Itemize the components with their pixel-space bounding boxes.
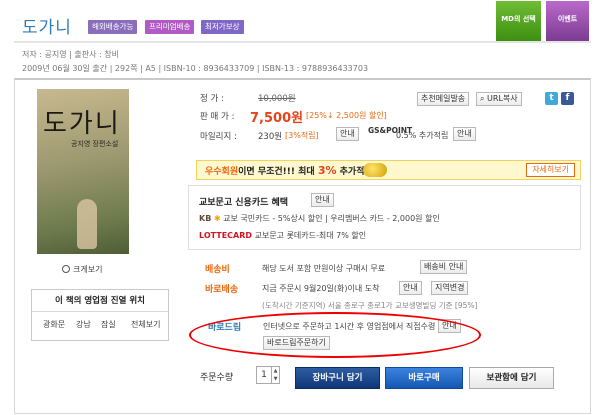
tag-premium-shipping: 프리미엄배송 — [145, 20, 195, 34]
member-banner: 우수회원이면 무조건!!! 최대 3% 추가적립 자세히보기 — [196, 160, 581, 180]
shipping-fee-label: 배송비 — [205, 265, 230, 275]
author-publisher: 저자 : 공지영 | 출판사 : 창비 — [22, 50, 119, 59]
cover-title: 도가니 — [43, 109, 121, 139]
fast-delivery-note: (도착시간 기준지역) 서울 종로구 종로1가 교보생명빌딩 기준 [95%] — [262, 301, 478, 310]
page-title: 도가니 — [22, 18, 72, 38]
fast-delivery-text: 지금 주문시 9월20일(화)이내 도착 — [262, 284, 380, 293]
book-cover[interactable]: 도가니 공지영 장편소설 — [37, 89, 129, 254]
kb-card-line: KB ✱ 교보 국민카드 - 5%상시 할인 | 우리멤버스 카드 - 2,00… — [199, 214, 440, 223]
more-details-button[interactable]: 자세히보기 — [526, 163, 575, 177]
list-price-label: 정 가 : — [200, 94, 224, 104]
card-benefit-header: 교보문고 신용카드 혜택 — [199, 198, 289, 208]
mileage-label: 마일리지 : — [200, 132, 237, 142]
discount-info: [25%↓ 2,500원 할인] — [306, 111, 387, 120]
store-location-header: 이 책의 영업점 진열 위치 — [32, 290, 168, 312]
star-icon: ✱ — [213, 214, 221, 223]
twitter-icon[interactable]: t — [545, 92, 558, 105]
store-location-box: 이 책의 영업점 진열 위치 광화문 강남 잠실 전체보기 — [31, 289, 169, 341]
store-link-jamsil[interactable]: 잠실 — [101, 319, 116, 330]
quantity-input[interactable]: 1 — [256, 366, 272, 384]
coin-icon — [363, 163, 387, 177]
store-link-gangnam[interactable]: 강남 — [76, 319, 91, 330]
lotte-card-line: LOTTECARD 교보문고 롯데카드-최대 7% 할인 — [199, 231, 367, 240]
divider — [14, 41, 591, 43]
search-icon: ⌕ — [480, 94, 488, 103]
mileage-value: 230원 — [258, 132, 283, 142]
sale-price-label: 판 매 가 : — [200, 112, 235, 122]
store-link-all[interactable]: 전체보기 — [131, 319, 160, 330]
url-copy-label: URL복사 — [487, 94, 518, 103]
add-to-cart-button[interactable]: 장바구니 담기 — [295, 367, 380, 389]
tag-lowest-price: 최저가보상 — [201, 20, 244, 34]
cover-illustration — [77, 199, 97, 249]
card-benefit-box: 교보문고 신용카드 혜택 안내 KB ✱ 교보 국민카드 - 5%상시 할인 |… — [188, 185, 581, 250]
cover-subtitle: 공지영 장편소설 — [71, 140, 119, 148]
buy-now-button[interactable]: 바로구매 — [385, 367, 463, 389]
quantity-stepper[interactable]: ▲ ▼ — [272, 366, 280, 384]
tag-overseas-shipping: 해외배송가능 — [88, 20, 138, 34]
add-to-wishlist-button[interactable]: 보관함에 담기 — [469, 367, 554, 389]
gs-point-rate: 0.5% 추가적립 — [396, 131, 449, 140]
gs-point-info-button[interactable]: 안내 — [453, 127, 476, 141]
recommend-email-button[interactable]: 추천메일발송 — [417, 92, 470, 106]
zoom-label: 크게보기 — [73, 265, 103, 274]
quantity-label: 주문수량 — [200, 373, 234, 383]
magnifier-icon — [62, 265, 70, 273]
card-info-button[interactable]: 안내 — [311, 193, 334, 207]
shipping-fee-info-button[interactable]: 배송비 안내 — [420, 260, 468, 274]
red-annotation-circle — [189, 312, 481, 358]
region-change-button[interactable]: 지역변경 — [431, 281, 469, 295]
sale-price-value: 7,500원 — [250, 111, 304, 126]
shipping-fee-text: 해당 도서 포함 만원이상 구매시 무료 — [262, 264, 386, 273]
url-copy-button[interactable]: ⌕ URL복사 — [476, 92, 522, 106]
publication-info: 2009년 06월 30일 출간 | 292쪽 | A5 | ISBN-10 :… — [22, 64, 369, 73]
md-choice-badge[interactable]: MD의 선택 — [496, 1, 541, 41]
member-text: 우수회원이면 무조건!!! 최대 3% 추가적립 — [205, 164, 373, 177]
list-price-value: 10,000원 — [258, 94, 296, 104]
store-link-gwanghwamun[interactable]: 광화문 — [43, 319, 65, 330]
mileage-info-button[interactable]: 안내 — [336, 127, 359, 141]
fast-delivery-label: 바로배송 — [205, 285, 239, 295]
fast-delivery-info-button[interactable]: 안내 — [399, 281, 422, 295]
mileage-rate: [3%적립] — [285, 131, 319, 140]
event-badge[interactable]: 이벤트 — [546, 1, 589, 41]
zoom-button[interactable]: 크게보기 — [62, 264, 102, 275]
facebook-icon[interactable]: f — [561, 92, 574, 105]
